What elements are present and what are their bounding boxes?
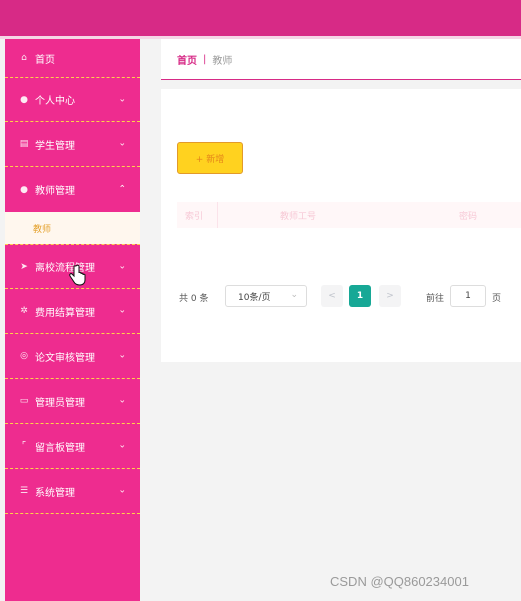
sidebar-item-admins[interactable]: ▭ 管理员管理 ⌄ (5, 379, 140, 424)
chevron-down-icon: ⌄ (118, 94, 126, 104)
sidebar-item-label: 管理员管理 (35, 397, 85, 409)
chevron-down-icon: ⌄ (118, 395, 126, 406)
breadcrumb-current: 教师 (212, 55, 233, 67)
hand-cursor-icon (69, 264, 86, 286)
sidebar-item-profile[interactable]: ● 个人中心 ⌄ (5, 77, 140, 122)
sidebar-item-label: 学生管理 (35, 140, 75, 152)
breadcrumb-home[interactable]: 首页 (177, 52, 197, 67)
sidebar-item-label: 论文审核管理 (35, 352, 95, 364)
home-icon: ⌂ (21, 53, 27, 63)
sidebar-item-teachers[interactable]: ● 教师管理 ⌃ (5, 167, 140, 212)
sidebar-item-label: 留言板管理 (35, 442, 85, 454)
frame-icon: ⌜ (21, 441, 27, 451)
chevron-down-icon: ⌄ (118, 305, 126, 316)
column-header-password: 密码 (459, 212, 478, 222)
page-number-button[interactable]: 1 (349, 285, 371, 307)
sidebar-item-label: 个人中心 (35, 96, 75, 107)
sidebar-item-home[interactable]: ⌂ 首页 (5, 39, 140, 77)
user-icon: ● (20, 94, 28, 105)
sidebar-item-students[interactable]: ▤ 学生管理 ⌄ (5, 122, 140, 167)
circle-icon: ◎ (20, 351, 28, 361)
chevron-down-icon: ⌄ (118, 440, 126, 451)
add-button[interactable]: + 新增 (177, 142, 243, 174)
document-icon: ▤ (19, 139, 29, 149)
send-icon: ➤ (20, 261, 28, 272)
chevron-down-icon: ⌄ (118, 350, 126, 361)
layers-icon: ☰ (19, 486, 29, 496)
page-size-select[interactable]: 10条/页 ⌄ (225, 285, 307, 307)
sidebar-item-label: 教师管理 (35, 186, 75, 197)
chat-icon: ▭ (19, 396, 29, 406)
table-header: 索引 教师工号 密码 (177, 202, 521, 228)
column-header-teacher-id: 教师工号 (280, 212, 317, 222)
chevron-down-icon: ⌄ (118, 138, 126, 149)
column-divider (217, 202, 218, 228)
chevron-up-icon: ⌃ (118, 184, 126, 194)
main-content: 首页 | 教师 + 新增 索引 教师工号 密码 共 0 条 10条/页 ⌄ < … (161, 39, 521, 601)
chevron-down-icon: ⌄ (118, 261, 126, 271)
sidebar-item-label: 首页 (35, 54, 55, 66)
prev-page-button[interactable]: < (321, 285, 343, 307)
sidebar-item-fee-settlement[interactable]: ✲ 费用结算管理 ⌄ (5, 289, 140, 334)
submenu-item-teacher[interactable]: 教师 (5, 212, 140, 244)
chevron-down-icon: ⌄ (118, 485, 126, 496)
chevron-down-icon: ⌄ (290, 290, 298, 300)
goto-suffix: 页 (492, 294, 502, 304)
gear-icon: ✲ (20, 306, 28, 316)
submenu-item-label: 教师 (33, 224, 52, 235)
sidebar-item-thesis-review[interactable]: ◎ 论文审核管理 ⌄ (5, 334, 140, 379)
column-header-index: 索引 (185, 212, 204, 222)
top-header-bar (0, 0, 521, 36)
next-page-button[interactable]: > (379, 285, 401, 307)
page-size-value: 10条/页 (238, 292, 271, 303)
watermark: CSDN @QQ860234001 (330, 574, 469, 589)
sidebar-item-label: 离校流程管理 (35, 263, 95, 274)
pagination-total: 共 0 条 (179, 294, 209, 304)
sidebar-item-label: 费用结算管理 (35, 307, 95, 319)
user-icon: ● (20, 184, 28, 195)
sidebar-item-message-board[interactable]: ⌜ 留言板管理 ⌄ (5, 424, 140, 469)
goto-page-input[interactable]: 1 (450, 285, 486, 307)
sidebar-item-label: 系统管理 (35, 487, 75, 499)
breadcrumb-separator: | (203, 53, 207, 65)
sidebar-item-system[interactable]: ☰ 系统管理 ⌄ (5, 469, 140, 514)
breadcrumb: 首页 | 教师 (161, 39, 521, 80)
sidebar: ⌂ 首页 ● 个人中心 ⌄ ▤ 学生管理 ⌄ ● 教师管理 ⌃ 教师 ➤ 离校流… (5, 39, 140, 601)
